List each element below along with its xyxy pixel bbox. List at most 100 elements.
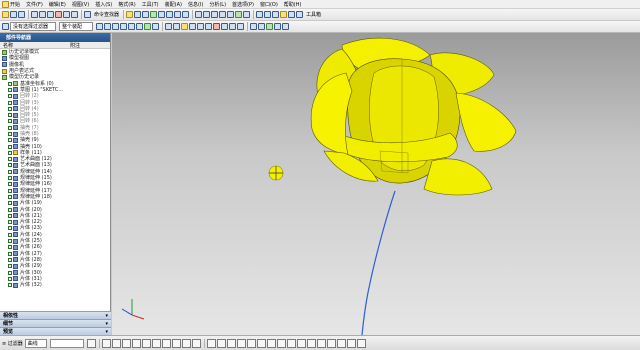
sew-icon[interactable] xyxy=(221,23,228,30)
extend-curve-icon[interactable] xyxy=(336,338,346,348)
visibility-checkbox[interactable] xyxy=(8,213,12,218)
analysis-icon[interactable] xyxy=(272,11,280,18)
arc-center-icon[interactable] xyxy=(151,338,161,348)
spline-icon[interactable] xyxy=(173,23,180,30)
corner-icon[interactable] xyxy=(346,338,356,348)
visibility-checkbox[interactable] xyxy=(8,276,12,281)
section-preview[interactable]: 预览 ▾ xyxy=(0,327,111,335)
paste-icon[interactable] xyxy=(47,11,54,18)
snap-point-icon[interactable] xyxy=(144,23,151,30)
intersection-icon[interactable] xyxy=(141,338,151,348)
pan-icon[interactable] xyxy=(219,11,227,18)
chamfer-icon[interactable] xyxy=(174,11,182,18)
curve-icon[interactable] xyxy=(165,23,172,30)
selection-scope-select[interactable]: 整个装配 xyxy=(59,22,93,31)
rotate-icon[interactable] xyxy=(211,11,219,18)
undo-icon[interactable] xyxy=(63,11,70,18)
command-finder-label[interactable]: 命令查找器 xyxy=(94,11,119,18)
show-hide-icon[interactable] xyxy=(250,23,257,30)
visibility-checkbox[interactable] xyxy=(8,87,12,92)
visibility-checkbox[interactable] xyxy=(8,100,12,105)
color-icon[interactable] xyxy=(282,23,289,30)
zoom-icon[interactable] xyxy=(203,11,211,18)
value-field[interactable] xyxy=(49,338,84,348)
visibility-checkbox[interactable] xyxy=(8,264,12,269)
new-icon[interactable] xyxy=(2,11,9,18)
point-on-face-icon[interactable] xyxy=(191,338,201,348)
line-icon[interactable] xyxy=(206,338,216,348)
visibility-checkbox[interactable] xyxy=(8,119,12,124)
arc-icon[interactable] xyxy=(216,338,226,348)
midpoint-icon[interactable] xyxy=(121,338,131,348)
extend-icon[interactable] xyxy=(213,23,220,30)
command-finder-icon[interactable] xyxy=(84,11,91,18)
menu-tools[interactable]: 工具(T) xyxy=(142,1,159,8)
window-icon[interactable] xyxy=(288,11,296,18)
layer-icon[interactable] xyxy=(256,11,264,18)
perspective-icon[interactable] xyxy=(227,11,235,18)
visibility-checkbox[interactable] xyxy=(8,125,12,130)
copy-icon[interactable] xyxy=(39,11,46,18)
measure-icon[interactable] xyxy=(264,11,272,18)
section-dependencies[interactable]: 相依性 ▾ xyxy=(0,311,111,319)
petal-lower-right[interactable] xyxy=(423,158,493,196)
view-orient-icon[interactable] xyxy=(243,11,251,18)
existing-point-icon[interactable] xyxy=(171,338,181,348)
trim-curve-icon[interactable] xyxy=(326,338,336,348)
visibility-checkbox[interactable] xyxy=(8,81,12,86)
sweep-icon[interactable] xyxy=(189,23,196,30)
dimension-icon[interactable] xyxy=(286,338,296,348)
snap-dropdown[interactable]: 曲线 xyxy=(24,338,47,348)
polygon-icon[interactable] xyxy=(256,338,266,348)
hide-icon[interactable] xyxy=(258,23,265,30)
menu-preferences[interactable]: 首选项(P) xyxy=(232,1,254,8)
snap-center-icon[interactable] xyxy=(120,23,127,30)
visibility-checkbox[interactable] xyxy=(8,220,12,225)
redo-icon[interactable] xyxy=(71,11,78,18)
menu-format[interactable]: 格式(R) xyxy=(118,1,135,8)
visibility-checkbox[interactable] xyxy=(8,251,12,256)
fillet-icon[interactable] xyxy=(236,338,246,348)
fit-icon[interactable] xyxy=(195,11,203,18)
graphics-window[interactable] xyxy=(112,33,640,335)
visibility-checkbox[interactable] xyxy=(8,239,12,244)
datum-icon[interactable] xyxy=(150,11,158,18)
offset-curve-icon[interactable] xyxy=(316,338,326,348)
visibility-checkbox[interactable] xyxy=(8,144,12,149)
snap-face-icon[interactable] xyxy=(152,23,159,30)
tangent-icon[interactable] xyxy=(161,338,171,348)
ellipse-icon[interactable] xyxy=(266,338,276,348)
menu-edit[interactable]: 编辑(E) xyxy=(49,1,66,8)
render-style-icon[interactable] xyxy=(235,11,243,18)
visibility-checkbox[interactable] xyxy=(8,157,12,162)
point-icon[interactable] xyxy=(276,338,286,348)
rectangle-icon[interactable] xyxy=(246,338,256,348)
open-icon[interactable] xyxy=(10,11,17,18)
shell-icon[interactable] xyxy=(158,11,166,18)
stem-curve[interactable] xyxy=(361,190,396,335)
visibility-checkbox[interactable] xyxy=(8,257,12,262)
snap-intersection-icon[interactable] xyxy=(128,23,135,30)
revolve-icon[interactable] xyxy=(142,11,150,18)
help-icon[interactable] xyxy=(296,11,304,18)
pattern-icon[interactable] xyxy=(237,23,244,30)
control-point-icon[interactable] xyxy=(131,338,141,348)
section-icon[interactable] xyxy=(280,11,288,18)
visibility-checkbox[interactable] xyxy=(8,270,12,275)
toolbox-label[interactable]: 工具箱 xyxy=(306,11,321,18)
menu-window[interactable]: 窗口(O) xyxy=(260,1,278,8)
menu-view[interactable]: 视图(V) xyxy=(72,1,89,8)
snap-endpoint-icon[interactable] xyxy=(104,23,111,30)
sketch-icon[interactable] xyxy=(126,11,134,18)
cut-icon[interactable] xyxy=(31,11,38,18)
petal-right[interactable] xyxy=(455,92,517,152)
blend-icon[interactable] xyxy=(166,11,174,18)
visibility-checkbox[interactable] xyxy=(8,169,12,174)
menu-help[interactable]: 帮助(H) xyxy=(284,1,302,8)
menu-dropdown-icon[interactable] xyxy=(2,23,9,30)
visibility-checkbox[interactable] xyxy=(8,182,12,187)
section-details[interactable]: 细节 ▾ xyxy=(0,319,111,327)
menu-information[interactable]: 信息(I) xyxy=(188,1,203,8)
visibility-checkbox[interactable] xyxy=(8,163,12,168)
visibility-checkbox[interactable] xyxy=(8,113,12,118)
